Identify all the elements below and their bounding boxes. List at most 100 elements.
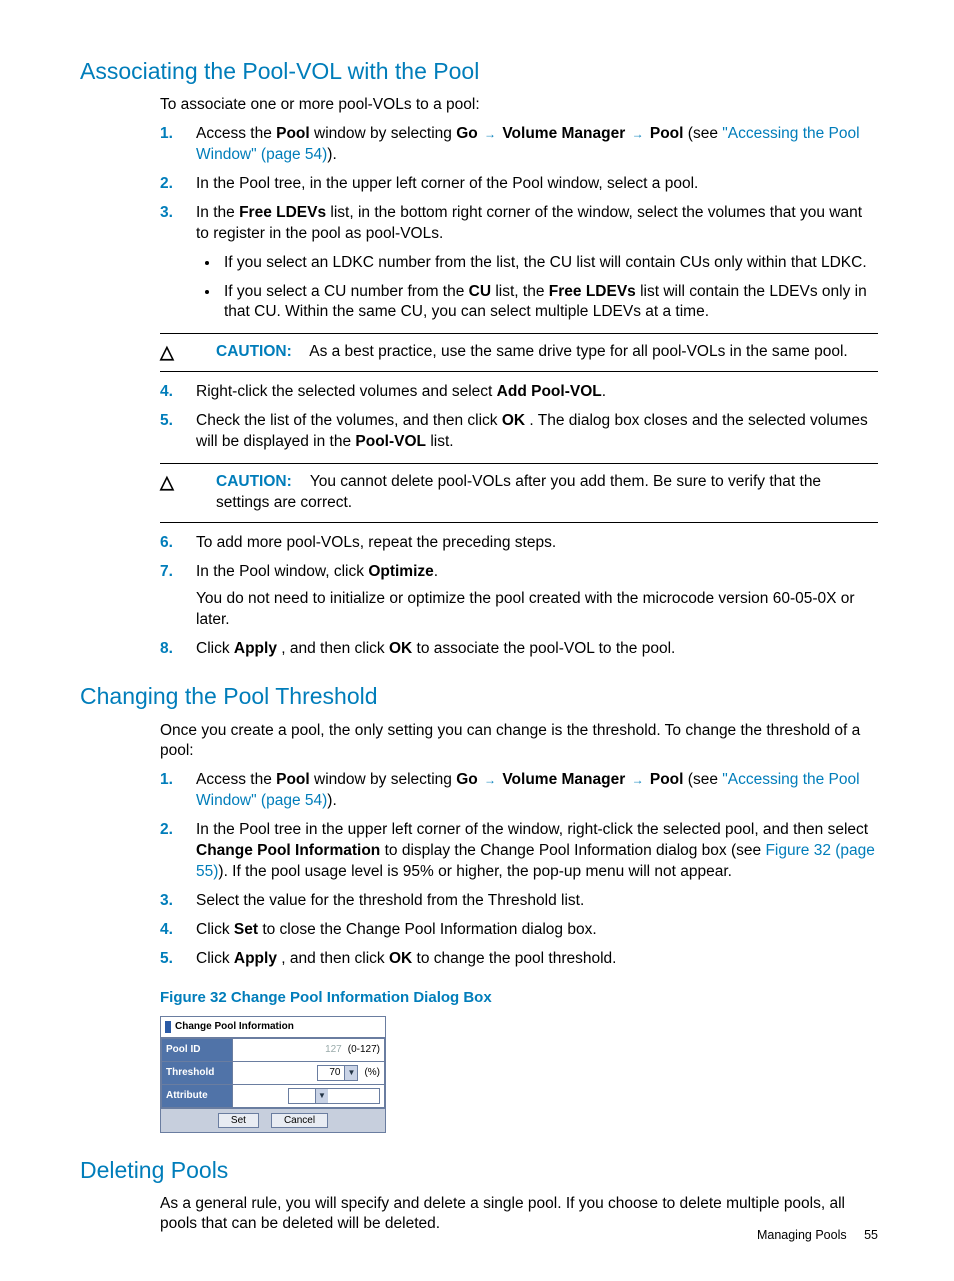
chevron-down-icon[interactable]: ▼ (344, 1066, 357, 1080)
change-pool-info-dialog: Change Pool Information Pool ID 127 (0-1… (160, 1016, 386, 1133)
text: . (434, 563, 438, 580)
text: Access the (196, 771, 276, 788)
text: In the Pool tree in the upper left corne… (196, 821, 868, 838)
step-1-2: In the Pool tree, in the upper left corn… (196, 174, 878, 195)
note-7: You do not need to initialize or optimiz… (196, 589, 878, 631)
text: . (602, 383, 606, 400)
text: to close the Change Pool Information dia… (262, 921, 596, 938)
text: ). If the pool usage level is 95% or hig… (218, 863, 732, 880)
text: to change the pool threshold. (417, 950, 617, 967)
text: Right-click the selected volumes and sel… (196, 383, 497, 400)
text: window by selecting (314, 771, 456, 788)
dialog-title: Change Pool Information (161, 1017, 385, 1038)
step-1-5: Check the list of the volumes, and then … (196, 411, 878, 453)
caution-icon: △ (160, 470, 174, 494)
bold-set: Set (234, 921, 258, 938)
attribute-label: Attribute (162, 1084, 233, 1107)
arrow-icon: → (482, 126, 498, 142)
step-1-6: To add more pool-VOLs, repeat the preced… (196, 533, 878, 554)
caution-label: CAUTION: (216, 343, 292, 360)
text: , and then click (281, 950, 389, 967)
step-1-4: Right-click the selected volumes and sel… (196, 382, 878, 403)
caution-label: CAUTION: (216, 473, 292, 490)
text: , and then click (281, 640, 389, 657)
text: ). (327, 792, 336, 809)
threshold-value: 70 (318, 1066, 344, 1080)
bold-pool: Pool (276, 771, 310, 788)
bold-add-poolvol: Add Pool-VOL (497, 383, 602, 400)
text: ). (327, 146, 336, 163)
bold-free-ldevs: Free LDEVs (239, 204, 326, 221)
bold-poolmenu: Pool (650, 125, 684, 142)
page-footer: Managing Pools 55 (757, 1227, 878, 1244)
steps-1-cont2: To add more pool-VOLs, repeat the preced… (160, 533, 878, 660)
text: Click (196, 921, 234, 938)
caution-icon: △ (160, 340, 174, 364)
bullets-1: If you select an LDKC number from the li… (220, 253, 878, 324)
arrow-icon: → (630, 772, 646, 788)
cancel-button[interactable]: Cancel (271, 1113, 328, 1128)
attribute-field: ▼ (233, 1084, 385, 1107)
bold-optimize: Optimize (368, 563, 433, 580)
step-1-3: In the Free LDEVs list, in the bottom ri… (196, 203, 878, 324)
arrow-icon: → (482, 772, 498, 788)
text: list, the (495, 283, 548, 300)
poolid-range: (0-127) (348, 1043, 380, 1057)
text: Access the (196, 125, 276, 142)
text: window by selecting (314, 125, 456, 142)
poolid-value: 127 (325, 1043, 342, 1057)
text: In the Pool window, click (196, 563, 368, 580)
caution-text: As a best practice, use the same drive t… (309, 343, 847, 360)
caution-1: △ CAUTION: As a best practice, use the s… (160, 333, 878, 372)
bold-poolvol: Pool-VOL (355, 433, 426, 450)
bullet-1: If you select an LDKC number from the li… (220, 253, 878, 274)
intro-1: To associate one or more pool-VOLs to a … (160, 95, 878, 116)
text: (see (688, 771, 722, 788)
text: In the (196, 204, 239, 221)
bold-ok: OK (389, 950, 412, 967)
text: Click (196, 640, 234, 657)
heading-deleting: Deleting Pools (80, 1155, 878, 1186)
steps-1: Access the Pool window by selecting Go →… (160, 124, 878, 323)
bold-cu: CU (469, 283, 491, 300)
figure-caption-32: Figure 32 Change Pool Information Dialog… (160, 988, 878, 1008)
step-1-8: Click Apply , and then click OK to assoc… (196, 639, 878, 660)
attribute-dropdown[interactable]: ▼ (288, 1088, 380, 1104)
bold-go: Go (456, 125, 478, 142)
poolid-field[interactable]: 127 (0-127) (233, 1038, 385, 1061)
step-2-5: Click Apply , and then click OK to chang… (196, 949, 878, 970)
bold-apply: Apply (234, 950, 277, 967)
caution-text: You cannot delete pool-VOLs after you ad… (216, 473, 821, 511)
footer-text: Managing Pools (757, 1228, 847, 1242)
text: to associate the pool-VOL to the pool. (417, 640, 676, 657)
bullet-2: If you select a CU number from the CU li… (220, 282, 878, 324)
text: list. (430, 433, 453, 450)
poolid-label: Pool ID (162, 1038, 233, 1061)
step-2-4: Click Set to close the Change Pool Infor… (196, 920, 878, 941)
bold-pool: Pool (276, 125, 310, 142)
text: (see (688, 125, 722, 142)
bold-apply: Apply (234, 640, 277, 657)
steps-1-cont: Right-click the selected volumes and sel… (160, 382, 878, 453)
step-2-2: In the Pool tree in the upper left corne… (196, 820, 878, 883)
intro-2: Once you create a pool, the only setting… (160, 721, 878, 763)
threshold-dropdown[interactable]: 70 ▼ (317, 1065, 358, 1081)
bold-free-ldevs: Free LDEVs (549, 283, 636, 300)
heading-associating: Associating the Pool-VOL with the Pool (80, 56, 878, 87)
dialog-title-text: Change Pool Information (175, 1020, 294, 1034)
step-1-1: Access the Pool window by selecting Go →… (196, 124, 878, 166)
dialog-body: Pool ID 127 (0-127) Threshold 70 ▼ (161, 1038, 385, 1108)
step-1-7: In the Pool window, click Optimize. You … (196, 562, 878, 631)
bold-vm: Volume Manager (502, 125, 625, 142)
heading-threshold: Changing the Pool Threshold (80, 681, 878, 712)
bold-vm: Volume Manager (502, 771, 625, 788)
bold-go: Go (456, 771, 478, 788)
set-button[interactable]: Set (218, 1113, 259, 1128)
text: Click (196, 950, 234, 967)
steps-2: Access the Pool window by selecting Go →… (160, 770, 878, 969)
bold-ok: OK (502, 412, 525, 429)
text: If you select a CU number from the (224, 283, 469, 300)
chevron-down-icon[interactable]: ▼ (315, 1089, 328, 1103)
threshold-label: Threshold (162, 1061, 233, 1084)
threshold-field: 70 ▼ (%) (233, 1061, 385, 1084)
